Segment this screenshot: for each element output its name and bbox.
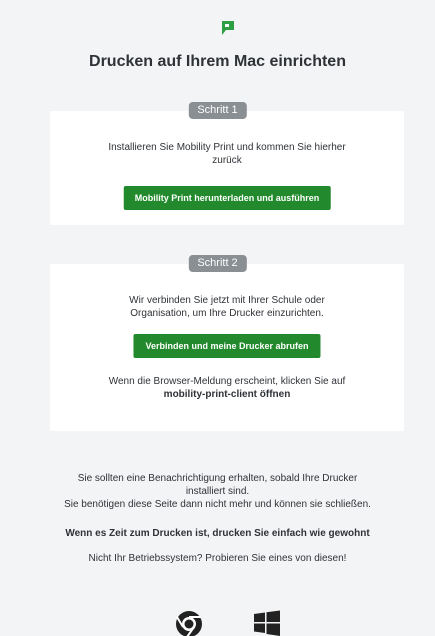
browser-hint-line-1: Wenn die Browser-Meldung erscheint, klic… [108, 376, 346, 387]
connect-printers-button[interactable]: Verbinden und meine Drucker abrufen [133, 334, 321, 358]
step-2-text-line-2: Organisation, um Ihre Drucker einzuricht… [130, 308, 324, 319]
step-1-badge: Schritt 1 [188, 102, 247, 119]
notice-line-2: installiert sind. [185, 486, 250, 497]
papercut-logo-icon [222, 21, 234, 35]
other-os-prompt: Nicht Ihr Betriebssystem? Probieren Sie … [88, 553, 347, 564]
notice-line-1: Sie sollten eine Benachrichtigung erhalt… [77, 473, 358, 484]
download-mobility-print-button[interactable]: Mobility Print herunterladen und ausführ… [123, 186, 331, 210]
browser-hint: Wenn die Browser-Meldung erscheint, klic… [50, 375, 404, 401]
windows-icon[interactable] [253, 610, 281, 636]
step-2-card: Wir verbinden Sie jetzt mit Ihrer Schule… [50, 264, 404, 431]
step-2-badge: Schritt 2 [188, 255, 247, 272]
step-1-text-line-1: Installieren Sie Mobility Print und komm… [108, 142, 346, 153]
step-2-text: Wir verbinden Sie jetzt mit Ihrer Schule… [50, 294, 404, 320]
step-1-text-line-2: zurück [212, 155, 242, 166]
browser-hint-line-2: mobility-print-client öffnen [163, 389, 291, 400]
step-2-text-line-1: Wir verbinden Sie jetzt mit Ihrer Schule… [129, 295, 325, 306]
notification-notice: Sie sollten eine Benachrichtigung erhalt… [0, 472, 435, 511]
page-title: Drucken auf Ihrem Mac einrichten [89, 53, 346, 70]
notice-line-3: Sie benötigen diese Seite dann nicht meh… [64, 499, 371, 510]
step-1-card: Installieren Sie Mobility Print und komm… [50, 111, 404, 225]
page: Drucken auf Ihrem Mac einrichten Install… [0, 0, 435, 636]
chrome-os-icon[interactable] [175, 610, 203, 636]
print-as-usual-text: Wenn es Zeit zum Drucken ist, drucken Si… [65, 528, 370, 539]
step-1-text: Installieren Sie Mobility Print und komm… [50, 141, 404, 167]
